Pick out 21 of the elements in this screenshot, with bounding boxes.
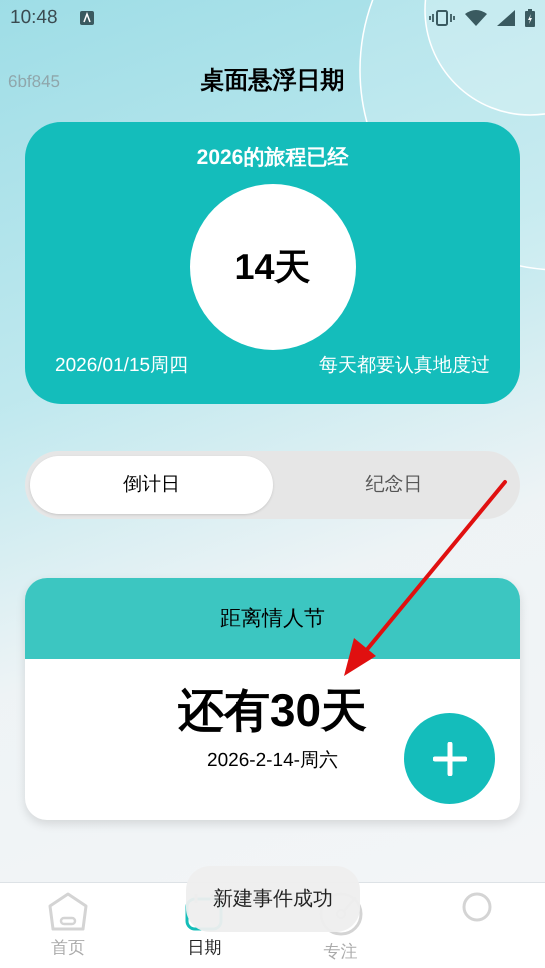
current-date: 2026/01/15周四 [55, 354, 188, 378]
vibrate-icon [429, 10, 455, 26]
signal-icon [497, 10, 515, 26]
event-date: 2026-2-14-周六 [207, 749, 338, 773]
countdown: 还有30天 [178, 687, 368, 733]
event-title: 距离情人节 [220, 606, 325, 632]
debug-label: 6bf845 [8, 71, 60, 93]
card-heading: 2026的旅程已经 [196, 145, 348, 171]
page-title: 桌面悬浮日期 [200, 66, 344, 96]
wifi-icon [465, 10, 487, 26]
days-count: 14天 [234, 244, 311, 288]
battery-icon [525, 9, 535, 27]
home-icon [46, 891, 90, 933]
keyboard-notification-icon [80, 11, 94, 25]
status-time: 10:48 [10, 6, 58, 30]
segment-tab[interactable]: 倒计日 [30, 456, 272, 514]
profile-icon [460, 891, 493, 923]
motto: 每天都要认真地度过 [319, 354, 490, 378]
segment-tab[interactable]: 纪念日 [272, 456, 515, 514]
toast: 新建事件成功 [186, 866, 360, 932]
plus-icon [432, 742, 466, 776]
